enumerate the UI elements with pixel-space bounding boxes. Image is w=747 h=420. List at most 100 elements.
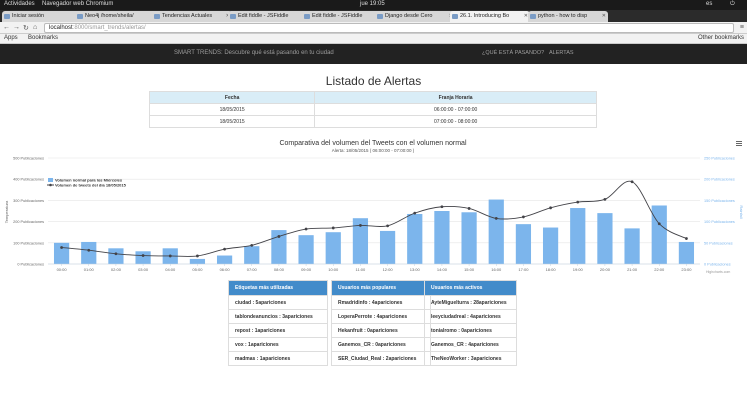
other-bookmarks[interactable]: Other bookmarks: [698, 35, 744, 41]
data-point[interactable]: [413, 211, 417, 215]
x-tick-label: 23:00: [681, 267, 692, 272]
x-tick-label: 09:00: [301, 267, 312, 272]
data-point[interactable]: [440, 205, 444, 209]
legend-item-tweets[interactable]: Volumen de tweets del día 18/05/2015: [55, 183, 127, 188]
y-axis-label-right: Rainfall: [739, 205, 744, 218]
chart-credits[interactable]: Highcharts.com: [706, 270, 730, 274]
chart-menu-icon[interactable]: [736, 141, 742, 146]
chart-bar[interactable]: [108, 248, 124, 264]
language-indicator[interactable]: es: [706, 1, 712, 7]
tab-8[interactable]: python - how to disp ✕: [528, 11, 608, 22]
site-brand[interactable]: SMART TRENDS: Descubre qué está pasando …: [174, 50, 334, 56]
tab-6[interactable]: Django desde Cero✕: [375, 11, 455, 22]
close-icon[interactable]: ✕: [602, 13, 606, 19]
column-header: Franja Horaria: [314, 91, 597, 104]
chart-bar[interactable]: [189, 258, 206, 264]
table-row[interactable]: 18/05/2015 06:00:00 - 07:00:00: [148, 103, 597, 116]
back-icon[interactable]: ←: [3, 24, 10, 31]
y-tick-label: 300 Publicaciones: [13, 199, 44, 203]
table-cell: 07:00:00 - 08:00:00: [314, 115, 597, 128]
address-bar-row: ← → ↻ ⌂ localhost:8000/smart_trends/aler…: [0, 22, 747, 34]
chart-bar[interactable]: [678, 241, 695, 264]
data-point[interactable]: [277, 235, 281, 238]
url-input[interactable]: localhost:8000/smart_trends/alertas/: [44, 23, 734, 33]
chart-bar[interactable]: [461, 212, 477, 264]
tab-5[interactable]: Edit fiddle - JSFiddle✕: [302, 11, 382, 22]
activities-button[interactable]: Actividades: [4, 1, 35, 7]
y-axis-label: Temperatura: [4, 200, 9, 223]
tab-7[interactable]: 26.1. Introducing Bo ✕: [450, 11, 530, 22]
power-icon[interactable]: ⏻: [730, 1, 735, 8]
chart-bar[interactable]: [515, 224, 532, 264]
data-point[interactable]: [630, 180, 634, 184]
tab-4[interactable]: Edit fiddle - JSFiddle✕: [228, 11, 308, 22]
chart-legend[interactable]: Volumen normal para los Miércoles Volume…: [47, 178, 127, 188]
y-tick-label: 0 Publicaciones: [17, 263, 44, 267]
data-point[interactable]: [549, 206, 552, 210]
chart-bar[interactable]: [216, 255, 233, 264]
apps-bookmark[interactable]: Apps: [4, 35, 18, 41]
data-point[interactable]: [603, 197, 607, 201]
chart-bar[interactable]: [651, 205, 667, 264]
data-point[interactable]: [386, 224, 389, 228]
table-cell: 18/05/2015: [148, 103, 316, 116]
data-point[interactable]: [60, 246, 63, 249]
home-icon[interactable]: ⌂: [33, 24, 37, 31]
favicon-icon: [230, 14, 236, 19]
data-point[interactable]: [250, 243, 254, 247]
x-tick-label: 10:00: [328, 267, 339, 272]
tab-label: Iniciar sesión: [12, 13, 45, 19]
data-point[interactable]: [168, 254, 172, 258]
data-point[interactable]: [576, 200, 580, 204]
favicon-icon: [4, 14, 10, 19]
data-point[interactable]: [304, 227, 308, 231]
chart-bar[interactable]: [434, 211, 450, 264]
nav-que-esta-pasando[interactable]: ¿QUÉ ESTÁ PASANDO?: [482, 50, 544, 56]
forward-icon[interactable]: →: [13, 24, 20, 31]
chart-bar[interactable]: [379, 230, 396, 264]
data-point[interactable]: [331, 226, 335, 230]
chart-bar[interactable]: [53, 242, 70, 264]
tab-label: Neo4j /home/sheila/: [85, 13, 134, 19]
data-point[interactable]: [522, 215, 525, 219]
panel-etiquetas: Etiquetas más utilizadas ciudad : 5apari…: [228, 280, 328, 366]
data-point[interactable]: [196, 254, 199, 258]
tab-3[interactable]: Tendencias Actuales✕: [152, 11, 232, 22]
chart-bar[interactable]: [407, 213, 423, 264]
list-item: vox : 1apariciones: [229, 337, 327, 351]
chart-bar[interactable]: [488, 199, 504, 264]
list-item: Ganemos_CR : 0apariciones: [332, 337, 430, 351]
favicon-icon: [452, 14, 458, 19]
menu-icon[interactable]: ≡: [740, 24, 744, 31]
panel-usuarios-activos: Usuarios más activos AyteMiguelturra : 2…: [424, 280, 517, 366]
data-point[interactable]: [359, 224, 362, 227]
data-point[interactable]: [467, 207, 471, 210]
panel-header: Etiquetas más utilizadas: [229, 281, 327, 295]
reload-icon[interactable]: ↻: [23, 24, 29, 32]
data-point[interactable]: [685, 237, 688, 240]
clock[interactable]: jue 19:05: [360, 1, 385, 7]
x-tick-label: 18:00: [546, 267, 557, 272]
data-point[interactable]: [223, 247, 226, 251]
chart-bar[interactable]: [542, 227, 559, 264]
chart-bar[interactable]: [325, 232, 341, 264]
list-item: TheNeoWorker : 3apariciones: [425, 351, 516, 365]
alerts-table: Fecha Franja Horaria 18/05/2015 06:00:00…: [148, 91, 597, 128]
chart-bar[interactable]: [244, 246, 260, 264]
tab-label: Tendencias Actuales: [162, 13, 213, 19]
chart-bar[interactable]: [624, 228, 640, 264]
data-point[interactable]: [141, 254, 145, 257]
chart-bar[interactable]: [135, 251, 151, 264]
table-row[interactable]: 18/05/2015 07:00:00 - 08:00:00: [148, 115, 597, 128]
data-point[interactable]: [494, 217, 498, 220]
chart-bar[interactable]: [81, 241, 97, 264]
bookmarks-folder[interactable]: Bookmarks: [28, 35, 58, 41]
data-point[interactable]: [87, 248, 91, 252]
data-point[interactable]: [114, 252, 118, 256]
chart-bar[interactable]: [298, 235, 314, 264]
nav-alertas[interactable]: ALERTAS: [549, 50, 574, 56]
app-menu[interactable]: Navegador web Chromium: [42, 1, 113, 7]
chart-bar[interactable]: [570, 208, 586, 264]
data-point[interactable]: [657, 222, 661, 226]
chart-bar[interactable]: [597, 213, 613, 264]
